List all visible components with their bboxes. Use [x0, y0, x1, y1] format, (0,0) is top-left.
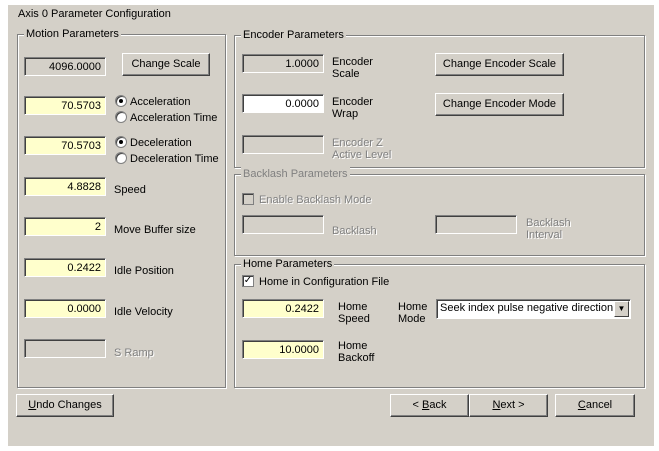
encoder-z-label-line2: Active Level [332, 149, 392, 161]
home-mode-selected-value: Seek index pulse negative direction. [440, 302, 617, 314]
deceleration-time-radio[interactable] [115, 152, 127, 164]
change-encoder-scale-button[interactable]: Change Encoder Scale [435, 53, 564, 76]
move-buffer-input[interactable]: 2 [24, 217, 106, 236]
acceleration-time-radio[interactable] [115, 111, 127, 123]
next-label-rest: ext > [500, 399, 525, 411]
home-in-config-label: Home in Configuration File [259, 276, 390, 288]
home-speed-label-line2: Speed [338, 313, 370, 325]
backlash-label: Backlash [332, 225, 377, 237]
acceleration-label: Acceleration [130, 96, 191, 108]
undo-label-rest: ndo Changes [36, 399, 102, 411]
backlash-parameters-legend: Backlash Parameters [241, 167, 350, 181]
encoder-z-label-line1: Encoder Z [332, 137, 383, 149]
idle-velocity-input[interactable]: 0.0000 [24, 299, 106, 318]
cancel-mnemonic: C [577, 399, 586, 411]
home-backoff-label-line2: Backoff [338, 352, 375, 364]
next-button[interactable]: Next > [469, 394, 548, 417]
encoder-wrap-label-line1: Encoder [332, 96, 373, 108]
encoder-z-active-level-field [242, 135, 324, 154]
encoder-scale-label-line2: Scale [332, 68, 360, 80]
speed-label: Speed [114, 184, 146, 196]
home-backoff-label-line1: Home [338, 340, 368, 352]
motion-parameters-legend: Motion Parameters [24, 27, 121, 41]
idle-position-input[interactable]: 0.2422 [24, 258, 106, 277]
home-mode-label-line2: Mode [398, 313, 426, 325]
deceleration-label: Deceleration [130, 137, 192, 149]
motion-parameters-group: Motion Parameters [17, 27, 226, 388]
back-button[interactable]: < Back [390, 394, 469, 417]
undo-changes-button[interactable]: Undo Changes [16, 394, 114, 417]
acceleration-radio[interactable] [115, 95, 127, 107]
backlash-interval-label-line1: Backlash [526, 217, 571, 229]
enable-backlash-checkbox [242, 193, 254, 205]
cancel-button[interactable]: Cancel [555, 394, 635, 417]
encoder-wrap-label-line2: Wrap [332, 108, 359, 120]
encoder-scale-label-line1: Encoder [332, 56, 373, 68]
home-mode-dropdown[interactable]: Seek index pulse negative direction. ▼ [436, 299, 631, 319]
home-in-config-checkbox[interactable]: ✓ [242, 275, 254, 287]
dropdown-arrow-icon[interactable]: ▼ [614, 301, 629, 317]
encoder-wrap-input[interactable]: 0.0000 [242, 94, 324, 113]
home-backoff-input[interactable]: 10.0000 [242, 340, 324, 359]
encoder-scale-field: 1.0000 [242, 54, 324, 73]
dialog-panel: Axis 0 Parameter Configuration Motion Pa… [8, 5, 654, 446]
move-buffer-label: Move Buffer size [114, 224, 196, 236]
change-scale-button[interactable]: Change Scale [122, 53, 210, 76]
back-label-rest: ack [429, 399, 447, 411]
encoder-parameters-legend: Encoder Parameters [241, 28, 346, 42]
deceleration-radio[interactable] [115, 136, 127, 148]
home-speed-label-line1: Home [338, 301, 368, 313]
back-prefix: < [412, 399, 422, 411]
backlash-interval-field [435, 215, 517, 234]
cancel-label-rest: ancel [585, 399, 613, 411]
acceleration-input[interactable]: 70.5703 [24, 96, 106, 115]
home-parameters-legend: Home Parameters [241, 257, 335, 271]
window-title: Axis 0 Parameter Configuration [18, 8, 171, 20]
idle-position-label: Idle Position [114, 265, 174, 277]
radio-selected-dot [119, 99, 123, 103]
radio-selected-dot [119, 140, 123, 144]
home-mode-label-line1: Home [398, 301, 428, 313]
deceleration-time-label: Deceleration Time [130, 153, 219, 165]
change-encoder-mode-button[interactable]: Change Encoder Mode [435, 93, 564, 116]
acceleration-time-label: Acceleration Time [130, 112, 218, 124]
s-ramp-field [24, 339, 106, 358]
motion-scale-field: 4096.0000 [24, 57, 106, 76]
speed-input[interactable]: 4.8828 [24, 177, 106, 196]
backlash-field [242, 215, 324, 234]
idle-velocity-label: Idle Velocity [114, 306, 173, 318]
deceleration-input[interactable]: 70.5703 [24, 136, 106, 155]
backlash-interval-label-line2: Interval [526, 229, 563, 241]
home-speed-input[interactable]: 0.2422 [242, 299, 324, 318]
s-ramp-label: S Ramp [114, 347, 154, 359]
enable-backlash-label: Enable Backlash Mode [259, 194, 372, 206]
